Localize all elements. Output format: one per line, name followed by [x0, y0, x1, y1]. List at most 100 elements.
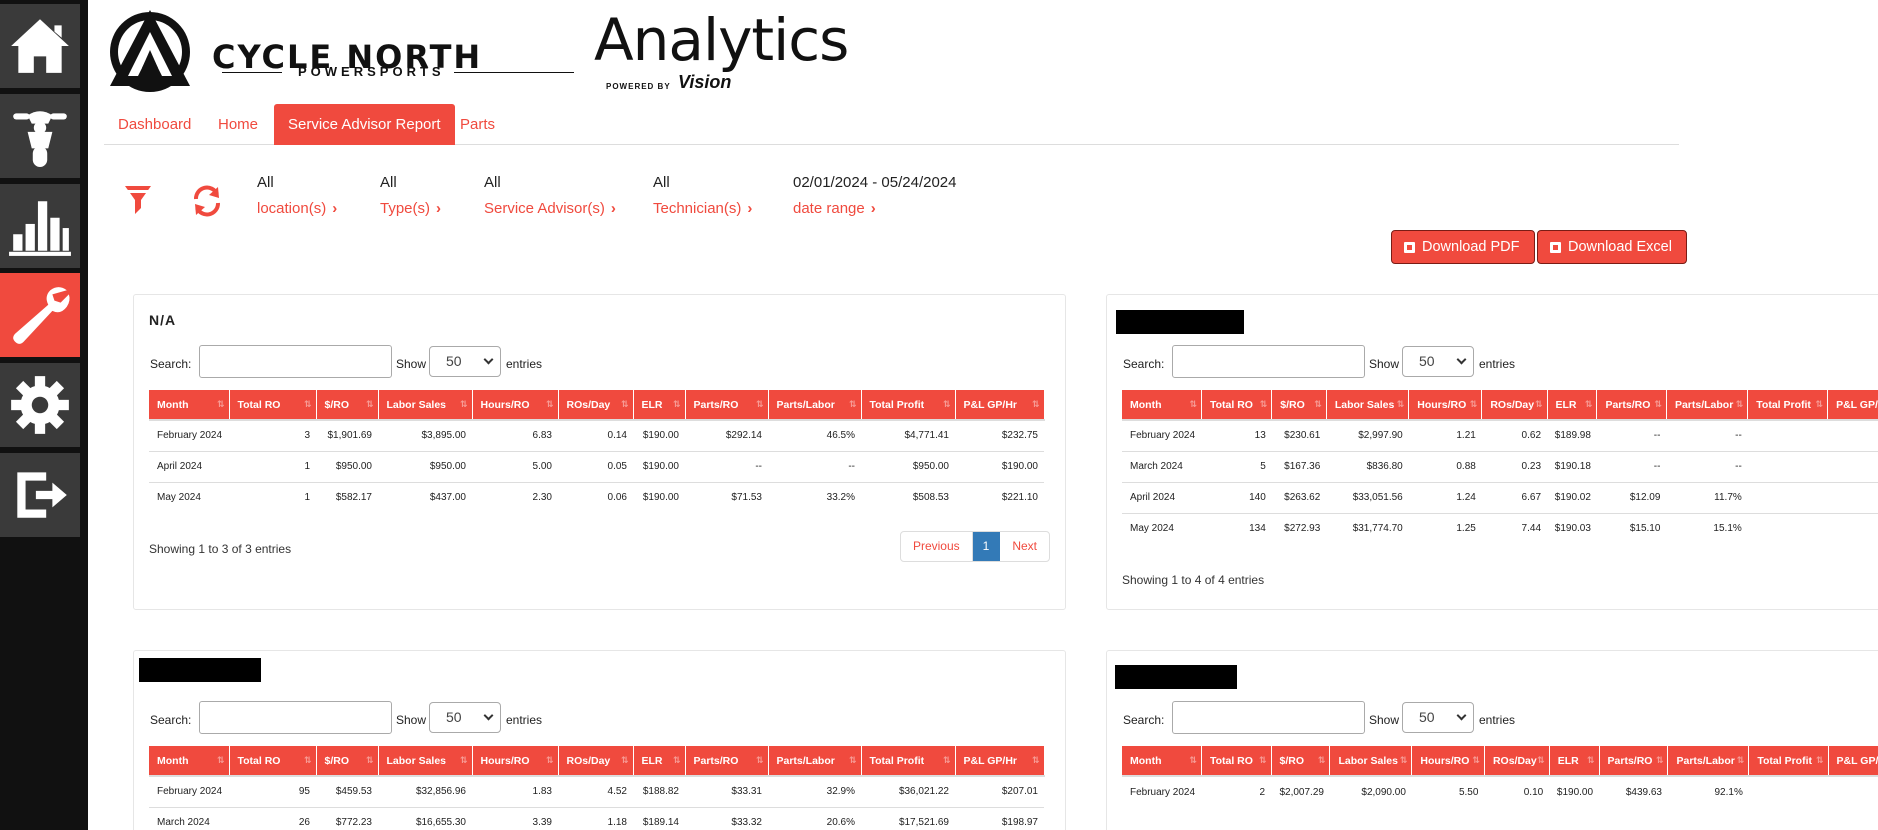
table-cell: $232.75 [955, 419, 1044, 451]
chevron-right-icon: › [436, 200, 442, 217]
next-page-button[interactable]: Next [1000, 532, 1049, 561]
column-header[interactable]: Parts/RO [685, 746, 769, 776]
page-size-select[interactable]: 50 [429, 346, 501, 377]
tab-service-advisor-report[interactable]: Service Advisor Report [274, 104, 455, 145]
sidebar-item-logout[interactable] [0, 453, 80, 537]
column-header[interactable]: Parts/Labor [1666, 390, 1749, 420]
table-cell: 11.7% [1666, 481, 1748, 513]
table-cell: April 2024 [149, 450, 229, 482]
column-header[interactable]: P&L GP/Hr [955, 390, 1045, 420]
column-header[interactable]: $/RO [1271, 390, 1327, 420]
table-cell: 5.50 [1411, 775, 1485, 807]
table-cell: 3.39 [472, 806, 558, 830]
filter-location-button[interactable]: location(s) › [257, 200, 337, 217]
column-header[interactable]: P&L GP/Hr [1828, 746, 1878, 776]
column-header[interactable]: ELR [633, 746, 686, 776]
table-cell: 0.14 [558, 419, 633, 451]
column-header[interactable]: $/RO [316, 746, 379, 776]
column-header[interactable]: Hours/RO [472, 746, 559, 776]
search-input[interactable] [199, 345, 392, 378]
table-cell: $15.10 [1596, 512, 1667, 544]
column-header[interactable]: ROs/Day [558, 746, 634, 776]
page-size-select[interactable]: 50 [1402, 702, 1474, 733]
chevron-down-icon [1456, 354, 1467, 365]
page-1-button[interactable]: 1 [972, 532, 1001, 561]
refresh-icon[interactable] [190, 184, 224, 218]
column-header[interactable]: Labor Sales [378, 390, 473, 420]
column-header[interactable]: Labor Sales [1326, 390, 1410, 420]
column-header[interactable]: ROs/Day [1481, 390, 1548, 420]
sidebar-item-settings[interactable] [0, 363, 80, 447]
column-header[interactable]: P&L GP/Hr [1827, 390, 1878, 420]
page-size-select[interactable]: 50 [1402, 346, 1474, 377]
table-cell: 134 [1201, 512, 1272, 544]
sidebar-item-motorcycle[interactable] [0, 94, 80, 178]
filter-service-advisor-button[interactable]: Service Advisor(s) › [484, 200, 616, 217]
report-panel: Search: Show 50 entries MonthTotal RO$/ROLab… [1106, 294, 1878, 610]
table-cell: $71.53 [685, 481, 768, 513]
column-header[interactable]: Labor Sales [378, 746, 473, 776]
column-header[interactable]: ROs/Day [1484, 746, 1550, 776]
report-table: MonthTotal RO$/ROLabor SalesHours/ROROs/… [1122, 746, 1878, 807]
filter-icon[interactable] [124, 184, 152, 216]
column-header[interactable]: Parts/RO [1596, 390, 1667, 420]
table-cell: May 2024 [149, 481, 229, 513]
filter-technician-button[interactable]: Technician(s) › [653, 200, 752, 217]
column-header[interactable]: Total RO [229, 390, 317, 420]
column-header[interactable]: ELR [1549, 746, 1600, 776]
column-header[interactable]: Parts/RO [1599, 746, 1669, 776]
download-pdf-button[interactable]: Download PDF [1391, 230, 1535, 264]
column-header[interactable]: Total RO [229, 746, 317, 776]
table-cell [1827, 512, 1878, 544]
previous-page-button[interactable]: Previous [901, 532, 973, 561]
filter-date-range-label: date range [793, 200, 865, 217]
column-header[interactable]: Total Profit [1748, 746, 1829, 776]
column-header[interactable]: Total RO [1201, 390, 1273, 420]
column-header[interactable]: Month [149, 746, 230, 776]
column-header[interactable]: ROs/Day [558, 390, 634, 420]
table-cell: $508.53 [861, 481, 955, 513]
column-header[interactable]: Hours/RO [472, 390, 559, 420]
tab-parts[interactable]: Parts [446, 104, 509, 145]
column-header[interactable]: Month [1122, 390, 1202, 420]
search-input[interactable] [199, 701, 392, 734]
filter-date-range-value: 02/01/2024 - 05/24/2024 [793, 174, 957, 191]
column-header[interactable]: Parts/RO [685, 390, 769, 420]
tab-home[interactable]: Home [204, 104, 272, 145]
table-cell: -- [768, 450, 861, 482]
column-header[interactable]: Hours/RO [1411, 746, 1485, 776]
column-header[interactable]: Month [149, 390, 230, 420]
table-cell: February 2024 [149, 775, 229, 807]
download-excel-button[interactable]: Download Excel [1537, 230, 1687, 264]
column-header[interactable]: Labor Sales [1329, 746, 1413, 776]
column-header[interactable]: Total Profit [1747, 390, 1829, 420]
table-cell: 4.52 [558, 775, 633, 807]
column-header[interactable]: Parts/Labor [1667, 746, 1750, 776]
column-header[interactable]: $/RO [316, 390, 379, 420]
column-header[interactable]: Total RO [1201, 746, 1272, 776]
table-cell: $190.00 [633, 481, 685, 513]
sidebar-item-reports[interactable] [0, 184, 80, 268]
sidebar-item-home[interactable] [0, 4, 80, 88]
table-cell: $36,021.22 [861, 775, 955, 807]
filter-type-button[interactable]: Type(s) › [380, 200, 441, 217]
column-header[interactable]: Total Profit [861, 390, 956, 420]
column-header[interactable]: Parts/Labor [768, 390, 862, 420]
filter-date-range-button[interactable]: date range › [793, 200, 956, 217]
column-header[interactable]: ELR [633, 390, 686, 420]
column-header[interactable]: Total Profit [861, 746, 956, 776]
search-input[interactable] [1172, 345, 1365, 378]
column-header[interactable]: Parts/Labor [768, 746, 862, 776]
sidebar-item-service[interactable] [0, 273, 80, 357]
column-header[interactable]: P&L GP/Hr [955, 746, 1045, 776]
column-header[interactable]: Hours/RO [1408, 390, 1483, 420]
table-header-row: MonthTotal RO$/ROLabor SalesHours/ROROs/… [1122, 746, 1878, 776]
search-input[interactable] [1172, 701, 1365, 734]
table-cell: $950.00 [316, 450, 378, 482]
column-header[interactable]: ELR [1547, 390, 1598, 420]
show-label: Show [396, 357, 427, 371]
column-header[interactable]: Month [1122, 746, 1202, 776]
page-size-select[interactable]: 50 [429, 702, 501, 733]
column-header[interactable]: $/RO [1271, 746, 1331, 776]
tab-dashboard[interactable]: Dashboard [104, 104, 205, 145]
